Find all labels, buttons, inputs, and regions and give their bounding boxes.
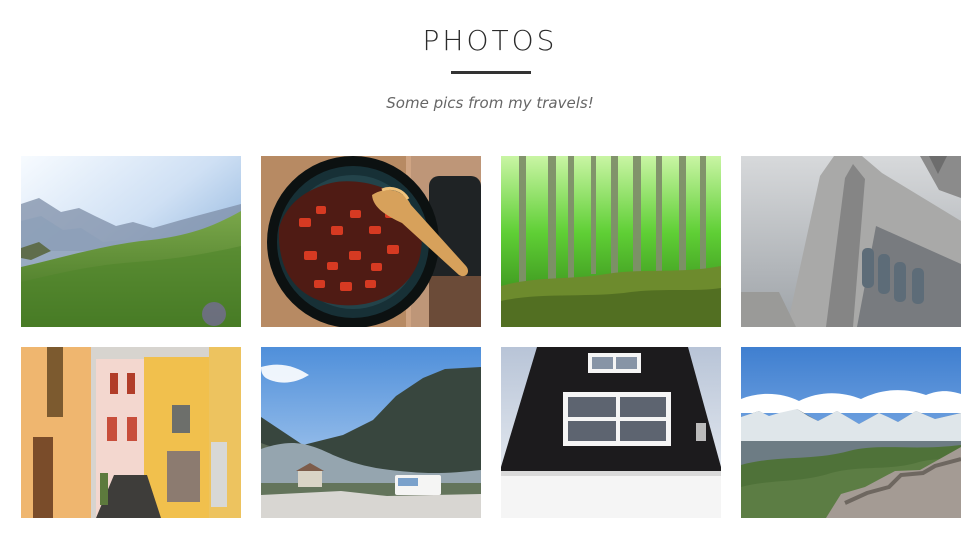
photo-dark-tall-building[interactable]: [501, 347, 721, 518]
photo-narrow-street-houses[interactable]: [21, 347, 241, 518]
photo-snowy-mountain-panorama[interactable]: [741, 347, 961, 518]
green-forest-image: [501, 156, 721, 327]
title-underline: [451, 71, 531, 74]
dark-tall-building-image: [501, 347, 721, 518]
photos-page: PHOTOS Some pics from my travels!: [0, 0, 980, 546]
fjord-campsite-image: [261, 347, 481, 518]
mountain-meadow-image: [21, 156, 241, 327]
photo-gothic-church-tower[interactable]: [741, 156, 961, 327]
photo-mountain-meadow[interactable]: [21, 156, 241, 327]
page-subtitle: Some pics from my travels!: [386, 94, 594, 112]
photo-fjord-campsite[interactable]: [261, 347, 481, 518]
snowy-mountain-panorama-image: [741, 347, 961, 518]
photo-frying-pan-food[interactable]: [261, 156, 481, 327]
photo-green-forest[interactable]: [501, 156, 721, 327]
photo-gallery: [21, 156, 961, 518]
frying-pan-food-image: [261, 156, 481, 327]
page-title: PHOTOS: [422, 24, 558, 57]
narrow-street-houses-image: [21, 347, 241, 518]
gothic-church-tower-image: [741, 156, 961, 327]
